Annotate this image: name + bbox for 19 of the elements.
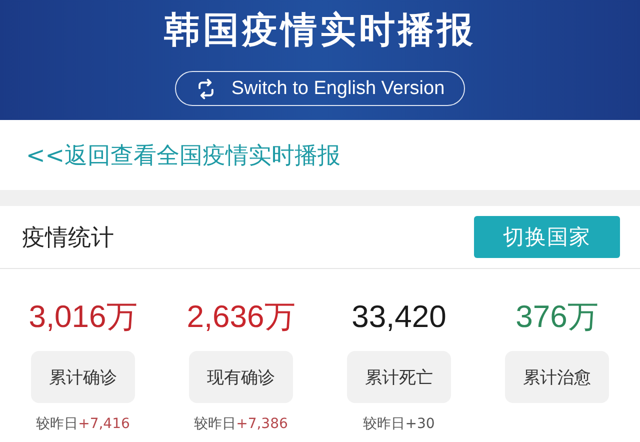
stat-value: 2,636万: [186, 299, 296, 335]
card-title: 疫情统计: [22, 224, 114, 252]
stat-value: 376万: [516, 299, 598, 335]
stat-value: 3,016万: [28, 299, 138, 335]
stat-value: 33,420: [352, 299, 446, 335]
stat-label: 累计死亡: [347, 351, 451, 403]
switch-country-button[interactable]: 切换国家: [474, 216, 620, 258]
stat-label: 现有确诊: [189, 351, 293, 403]
change-value: +30: [405, 416, 435, 432]
change-label: 较昨日: [194, 416, 236, 432]
stat-label: 累计治愈: [505, 351, 609, 403]
stat-label: 累计确诊: [31, 351, 135, 403]
page-title: 韩国疫情实时播报: [164, 9, 476, 53]
back-link[interactable]: <<返回查看全国疫情实时播报: [26, 140, 341, 170]
change-label: 较昨日: [363, 416, 406, 432]
change-value: +7,386: [236, 416, 288, 432]
change-value: +7,416: [78, 416, 130, 432]
switch-language-button[interactable]: Switch to English Version: [175, 71, 465, 106]
change-label: 较昨日: [36, 416, 78, 432]
